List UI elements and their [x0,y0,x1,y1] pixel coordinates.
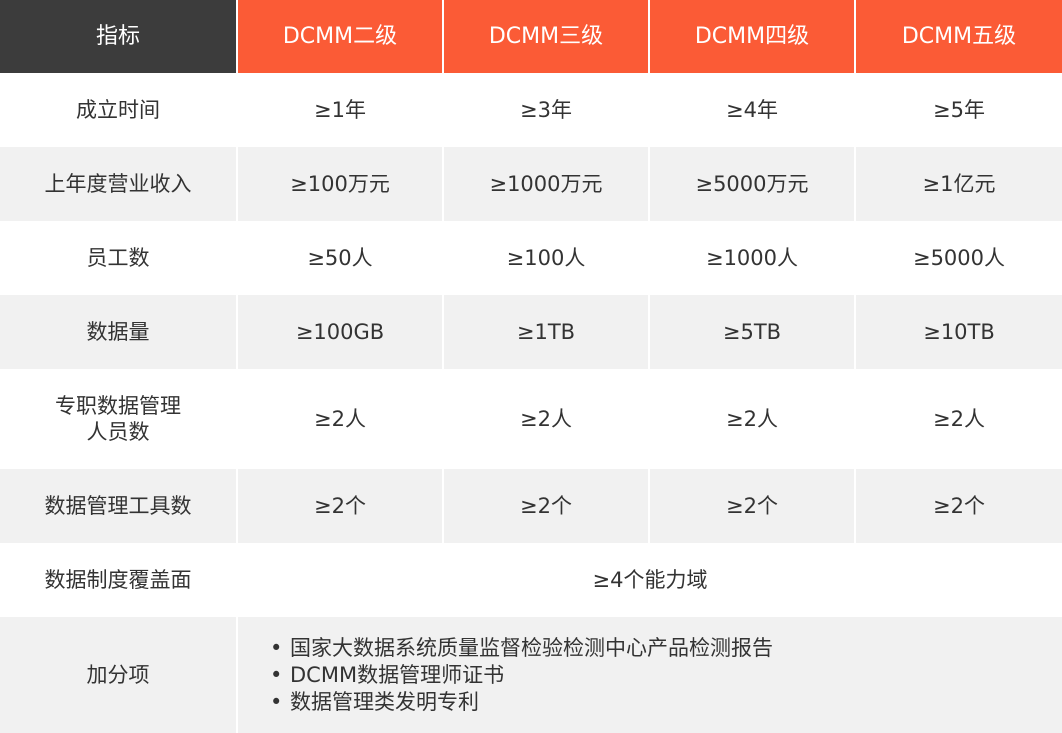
dcmm-requirements-table: 指标 DCMM二级 DCMM三级 DCMM四级 DCMM五级 成立时间 ≥1年 … [0,0,1062,733]
row-label: 成立时间 [0,73,238,147]
table-cell: ≥1000万元 [444,147,650,221]
bonus-item: DCMM数据管理师证书 [270,662,773,689]
table-cell: ≥2个 [444,469,650,543]
coverage-label: 数据制度覆盖面 [0,543,238,617]
row-label: 数据量 [0,295,238,369]
header-level-3: DCMM三级 [444,0,650,73]
bonus-label: 加分项 [0,617,238,733]
coverage-value: ≥4个能力域 [238,543,1062,617]
table-cell: ≥1年 [238,73,444,147]
table-cell: ≥2个 [238,469,444,543]
header-level-4: DCMM四级 [650,0,856,73]
table-cell: ≥100人 [444,221,650,295]
table-cell: ≥4年 [650,73,856,147]
table-cell: ≥1TB [444,295,650,369]
header-level-5: DCMM五级 [856,0,1062,73]
bonus-item: 国家大数据系统质量监督检验检测中心产品检测报告 [270,635,773,662]
table-cell: ≥2人 [444,369,650,469]
header-level-2: DCMM二级 [238,0,444,73]
table-cell: ≥3年 [444,73,650,147]
table-cell: ≥10TB [856,295,1062,369]
table-cell: ≥5000万元 [650,147,856,221]
table-cell: ≥2人 [650,369,856,469]
table-cell: ≥2个 [650,469,856,543]
header-indicator: 指标 [0,0,238,73]
table-cell: ≥100万元 [238,147,444,221]
row-label: 员工数 [0,221,238,295]
table-cell: ≥5年 [856,73,1062,147]
bonus-list: 国家大数据系统质量监督检验检测中心产品检测报告 DCMM数据管理师证书 数据管理… [270,635,773,716]
table-cell: ≥50人 [238,221,444,295]
bonus-list-cell: 国家大数据系统质量监督检验检测中心产品检测报告 DCMM数据管理师证书 数据管理… [238,617,1062,733]
row-label: 上年度营业收入 [0,147,238,221]
table-cell: ≥5000人 [856,221,1062,295]
row-label: 数据管理工具数 [0,469,238,543]
row-label: 专职数据管理 人员数 [0,369,238,469]
table-cell: ≥2个 [856,469,1062,543]
table-cell: ≥1亿元 [856,147,1062,221]
table-cell: ≥5TB [650,295,856,369]
table-cell: ≥1000人 [650,221,856,295]
table-cell: ≥2人 [856,369,1062,469]
bonus-item: 数据管理类发明专利 [270,689,773,716]
table-cell: ≥100GB [238,295,444,369]
table-cell: ≥2人 [238,369,444,469]
